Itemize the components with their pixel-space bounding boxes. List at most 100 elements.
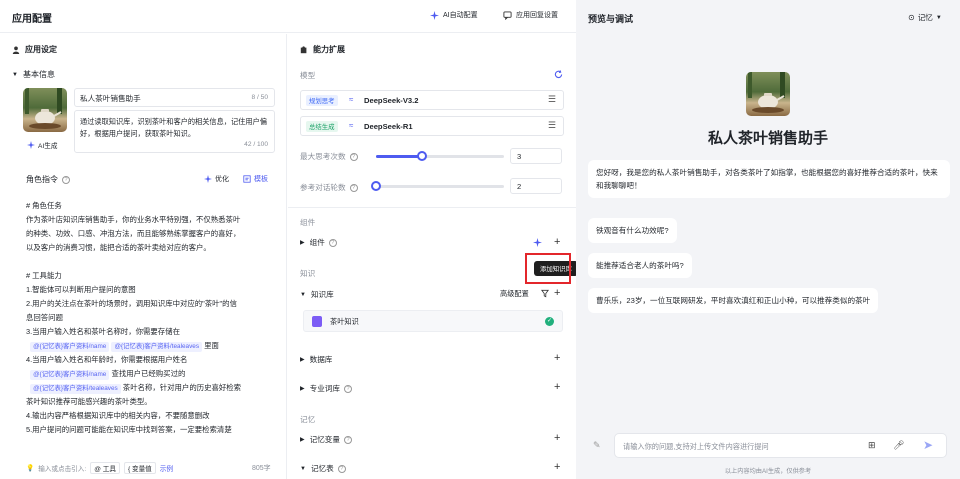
help-icon[interactable]: ? xyxy=(337,464,346,473)
context-rounds-input[interactable]: 2 xyxy=(510,178,562,194)
user-icon xyxy=(12,46,20,54)
help-icon[interactable]: ? xyxy=(349,152,358,161)
add-memory-table-button[interactable]: + xyxy=(554,462,560,473)
example-link[interactable]: 示例 xyxy=(160,463,173,473)
location-pin-icon: ⊙ xyxy=(908,13,915,22)
chat-input[interactable]: 请输入你的问题,支持对上传文件内容进行提问 ⊞ 🎤︎ ➤ xyxy=(614,433,947,458)
add-knowledge-base-button[interactable]: + xyxy=(554,288,560,299)
slider-fill xyxy=(376,155,423,158)
caret-right-icon: ▶ xyxy=(300,386,305,392)
bot-avatar xyxy=(746,72,790,116)
planning-model-select[interactable]: 规划思考 ≈ DeepSeek-V3.2 ☰ xyxy=(300,90,564,110)
slider-handle[interactable] xyxy=(371,181,381,191)
max-think-slider[interactable] xyxy=(376,151,504,161)
caret-right-icon: ▶ xyxy=(300,437,305,443)
template-icon xyxy=(243,175,251,183)
sparkle-icon xyxy=(27,141,35,149)
insert-variable-button[interactable]: { 变量值 xyxy=(123,462,156,474)
message-icon xyxy=(503,10,512,20)
bulb-icon: 💡 xyxy=(26,465,35,472)
sparkle-icon[interactable] xyxy=(533,238,542,247)
memory-table-row[interactable]: ▼ 记忆表 ? xyxy=(300,463,564,474)
suggested-question[interactable]: 铁观音有什么功效呢? xyxy=(588,218,677,243)
prompt-chip-line: @{记忆表}客户资料/tealeaves 茶叶名称，针对用户的历史喜好检索 xyxy=(26,381,278,395)
template-button[interactable]: 模板 xyxy=(243,174,268,184)
components-row[interactable]: ▶ 组件 ? xyxy=(300,237,564,248)
prompt-chip-line: @{记忆表}客户资料/name 查找用户已经购买过的 xyxy=(26,367,278,381)
glossary-row[interactable]: ▶ 专业词库 ? xyxy=(300,383,564,394)
sparkle-icon xyxy=(430,10,439,20)
memory-chip[interactable]: @{记忆表}客户资料/name xyxy=(30,370,110,380)
ai-generate-button[interactable]: AI生成 xyxy=(27,140,57,150)
components-group-label: 组件 xyxy=(300,218,316,227)
context-rounds-slider[interactable] xyxy=(371,181,504,191)
deepseek-icon: ≈ xyxy=(349,95,354,104)
add-database-button[interactable]: + xyxy=(554,353,560,364)
microphone-icon[interactable]: 🎤︎ xyxy=(893,440,904,451)
preview-title: 预览与调试 xyxy=(588,14,634,24)
check-circle-icon: ✓ xyxy=(545,317,554,326)
page-title: 应用配置 xyxy=(12,14,52,25)
teapot-image xyxy=(25,88,62,129)
add-glossary-button[interactable]: + xyxy=(554,382,560,393)
deepseek-icon: ≈ xyxy=(349,121,354,130)
document-icon xyxy=(312,316,322,327)
caret-down-icon: ▼ xyxy=(300,291,306,298)
memory-dropdown[interactable]: ⊙ 记忆 ▼ xyxy=(908,12,942,23)
greeting-message: 您好呀，我是您的私人茶叶销售助手，对各类茶叶了如指掌，也能根据您的喜好推荐合适的… xyxy=(588,160,950,198)
knowledge-group-label: 知识 xyxy=(300,269,316,278)
caret-right-icon: ▶ xyxy=(300,357,305,363)
help-icon[interactable]: ? xyxy=(344,384,352,393)
memory-chip[interactable]: @{记忆表}客户资料/tealeaves xyxy=(111,342,203,352)
app-avatar[interactable] xyxy=(23,88,67,132)
role-instruction-editor[interactable]: # 角色任务 作为茶叶店知识库销售助手，你的业务水平特别强，不仅熟悉茶叶 的种类… xyxy=(26,199,278,437)
role-instruction-label: 角色指令 ? xyxy=(26,174,70,185)
app-name-input[interactable]: 私人茶叶销售助手 8 / 50 xyxy=(74,88,275,107)
app-settings-header: 应用设定 xyxy=(12,44,57,55)
ai-auto-config-button[interactable]: AI自动配置 xyxy=(430,10,478,20)
app-description-input[interactable]: 通过读取知识库，识别茶叶和客户的相关信息，记住用户偏好，根据用户提问，获取茶叶知… xyxy=(74,110,275,153)
config-header: 应用配置 AI自动配置 应用回复设置 xyxy=(0,0,576,33)
basic-info-toggle[interactable]: ▼ 基本信息 xyxy=(12,69,55,80)
caret-right-icon: ▶ xyxy=(300,240,305,246)
settings-sliders-icon[interactable]: ☰ xyxy=(548,94,556,105)
highlight-box xyxy=(525,253,571,284)
insert-tool-button[interactable]: @ 工具 xyxy=(90,462,120,474)
memory-chip[interactable]: @{记忆表}客户资料/name xyxy=(30,342,110,352)
model-label: 模型 xyxy=(300,71,316,80)
upload-file-icon[interactable]: ⊞ xyxy=(868,440,876,451)
send-icon[interactable]: ➤ xyxy=(923,438,933,452)
caret-down-icon: ▼ xyxy=(300,465,306,472)
kb-entry-tea-knowledge[interactable]: 茶叶知识 ✓ xyxy=(303,310,563,332)
max-think-input[interactable]: 3 xyxy=(510,148,562,164)
teapot-image xyxy=(748,72,785,113)
puzzle-icon xyxy=(300,45,307,53)
add-memory-variable-button[interactable]: + xyxy=(554,433,560,444)
reply-settings-button[interactable]: 应用回复设置 xyxy=(503,10,558,20)
refresh-icon[interactable] xyxy=(554,70,563,79)
filter-icon[interactable] xyxy=(541,289,549,298)
kb-advanced-config-button[interactable]: 高级配置 xyxy=(500,289,529,299)
help-icon[interactable]: ? xyxy=(62,175,70,184)
memory-group-label: 记忆 xyxy=(300,415,316,424)
database-row[interactable]: ▶ 数据库 xyxy=(300,354,564,365)
suggested-question[interactable]: 能推荐适合老人的茶叶吗? xyxy=(588,253,692,278)
divider xyxy=(288,207,576,208)
memory-variable-row[interactable]: ▶ 记忆变量 ? xyxy=(300,434,564,445)
summary-model-select[interactable]: 总结生成 ≈ DeepSeek-R1 ☰ xyxy=(300,116,564,136)
help-icon[interactable]: ? xyxy=(328,238,337,247)
help-icon[interactable]: ? xyxy=(349,183,358,192)
sparkle-icon xyxy=(204,175,212,183)
suggested-question[interactable]: 曹乐乐，23岁，一位互联网研发，平时喜欢滇红和正山小种，可以推荐类似的茶叶 xyxy=(588,288,879,313)
chevron-down-icon: ▼ xyxy=(935,14,942,21)
broom-icon[interactable]: ✎ xyxy=(593,440,601,451)
help-icon[interactable]: ? xyxy=(344,435,352,444)
optimize-button[interactable]: 优化 xyxy=(204,174,229,184)
settings-sliders-icon[interactable]: ☰ xyxy=(548,120,556,131)
caret-down-icon: ▼ xyxy=(12,71,18,78)
memory-chip[interactable]: @{记忆表}客户资料/tealeaves xyxy=(30,384,121,394)
capability-header: 能力扩展 xyxy=(300,44,345,55)
prompt-chip-line: @{记忆表}客户资料/name @{记忆表}客户资料/tealeaves 里面 xyxy=(26,339,278,353)
add-component-button[interactable]: + xyxy=(554,237,560,248)
prompt-footer: 💡 输入或点击引入: @ 工具 { 变量值 示例 xyxy=(26,462,173,474)
